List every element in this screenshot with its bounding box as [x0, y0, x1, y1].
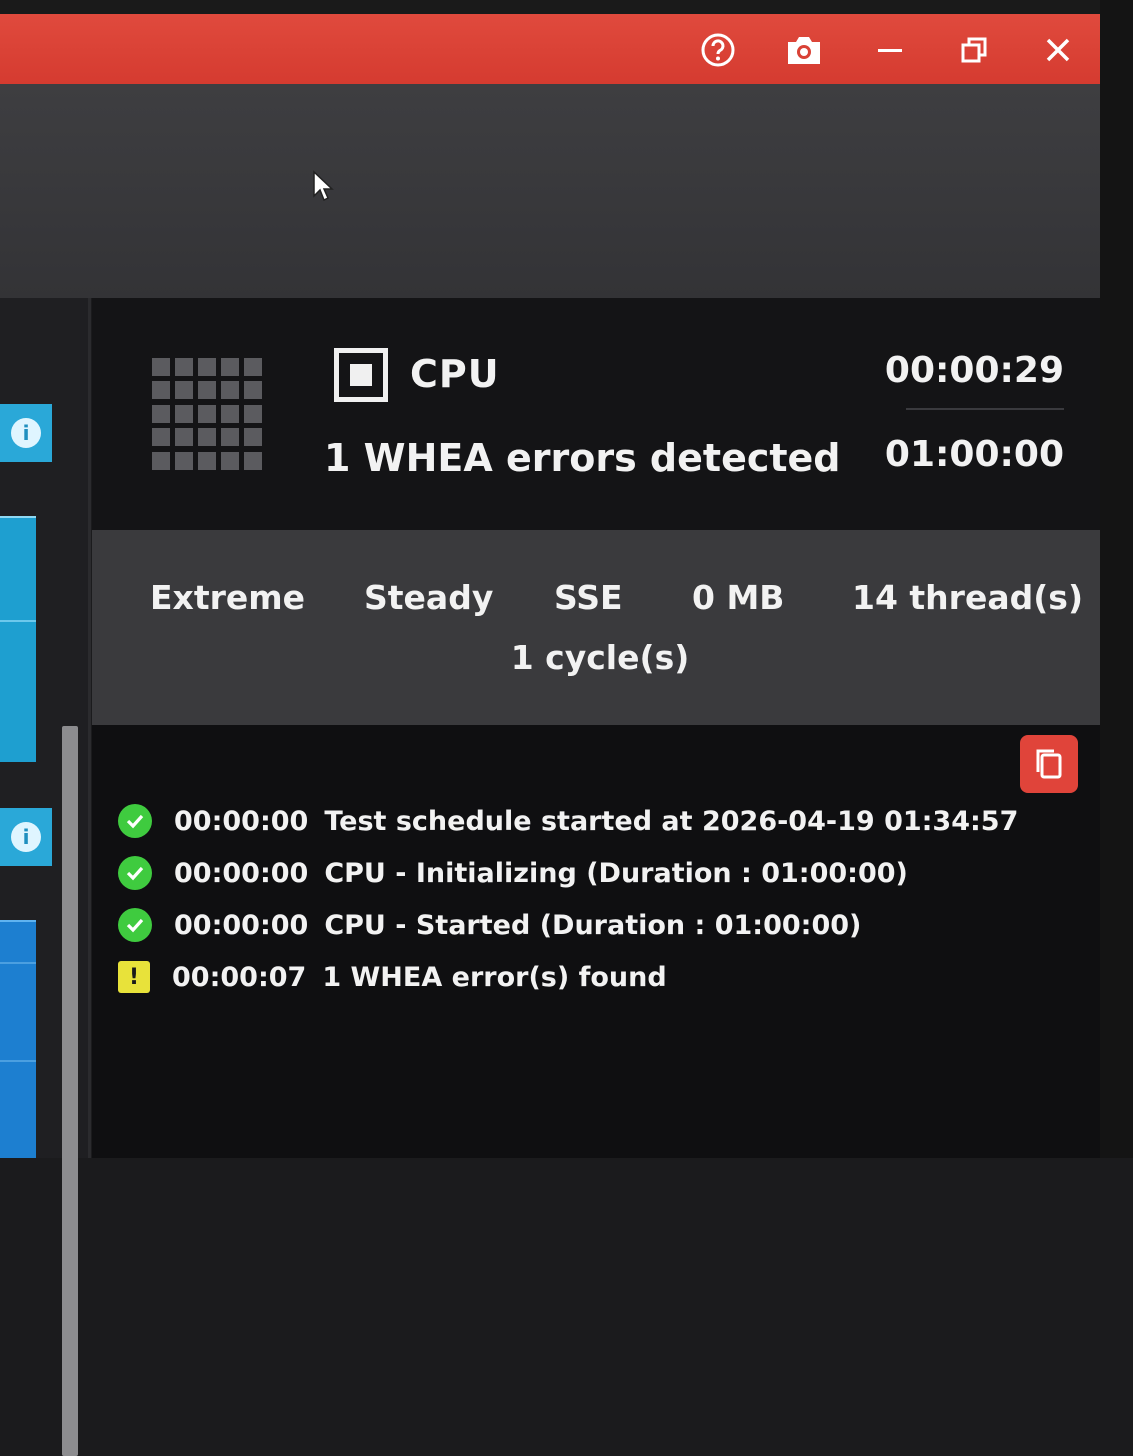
log-panel: 00:00:00 Test schedule started at 2026-0…	[92, 725, 1100, 1158]
log-message: 1 WHEA error(s) found	[322, 961, 667, 993]
left-sidebar: i i	[0, 298, 90, 1456]
log-entry: ! 00:00:07 1 WHEA error(s) found	[118, 957, 667, 997]
minimize-icon	[878, 49, 902, 52]
title-bar	[0, 14, 1100, 84]
info-icon: i	[11, 418, 41, 448]
warning-icon: !	[118, 961, 150, 993]
setting-threads: 14 thread(s)	[852, 578, 1084, 617]
info-button-2[interactable]: i	[0, 808, 52, 866]
mouse-cursor-icon	[313, 170, 334, 202]
log-time: 00:00:00	[174, 805, 309, 837]
test-settings-panel: Extreme Steady SSE 0 MB 14 thread(s) 1 c…	[92, 530, 1100, 725]
copy-log-button[interactable]	[1020, 735, 1078, 793]
camera-icon	[788, 37, 820, 64]
success-check-icon	[118, 856, 152, 890]
log-message: CPU - Initializing (Duration : 01:00:00)	[324, 857, 908, 889]
log-entry: 00:00:00 CPU - Initializing (Duration : …	[118, 853, 908, 893]
setting-profile: Steady	[364, 578, 494, 617]
setting-memory: 0 MB	[692, 578, 785, 617]
copy-icon	[1036, 749, 1062, 779]
time-separator	[906, 408, 1064, 410]
log-message: CPU - Started (Duration : 01:00:00)	[324, 909, 862, 941]
cpu-title: CPU	[410, 352, 500, 396]
cpu-status-panel: CPU 1 WHEA errors detected 00:00:29 01:0…	[92, 298, 1100, 530]
screenshot-button[interactable]	[784, 30, 824, 70]
sidebar-scrollbar[interactable]	[62, 726, 78, 1456]
elapsed-time: 00:00:29	[884, 350, 1064, 391]
log-entry: 00:00:00 Test schedule started at 2026-0…	[118, 801, 1018, 841]
usage-graph-2	[0, 920, 36, 1158]
log-message: Test schedule started at 2026-04-19 01:3…	[324, 805, 1019, 837]
success-check-icon	[118, 908, 152, 942]
restore-button[interactable]	[954, 30, 994, 70]
whea-error-message: 1 WHEA errors detected	[324, 436, 841, 480]
cpu-chip-icon	[334, 348, 388, 402]
setting-mode: Extreme	[150, 578, 306, 617]
graph-gridline	[0, 962, 36, 964]
header-area	[0, 84, 1100, 298]
graph-line	[0, 516, 36, 518]
minimize-button[interactable]	[870, 30, 910, 70]
panel-divider	[88, 298, 91, 1158]
info-button-1[interactable]: i	[0, 404, 52, 462]
log-time: 00:00:07	[172, 961, 307, 993]
help-button[interactable]	[698, 30, 738, 70]
monitor-bezel-right	[1100, 0, 1133, 1158]
log-time: 00:00:00	[174, 857, 309, 889]
restore-icon	[961, 37, 987, 63]
graph-gridline	[0, 1060, 36, 1062]
help-icon	[701, 33, 735, 67]
log-time: 00:00:00	[174, 909, 309, 941]
info-icon: i	[11, 822, 41, 852]
success-check-icon	[118, 804, 152, 838]
graph-line	[0, 920, 36, 922]
close-icon	[1046, 38, 1070, 62]
test-duration: 01:00:00	[884, 434, 1064, 475]
setting-instruction-set: SSE	[554, 578, 623, 617]
graph-gridline	[0, 620, 36, 622]
processor-grid-icon	[152, 358, 264, 470]
close-button[interactable]	[1038, 30, 1078, 70]
setting-cycles: 1 cycle(s)	[510, 638, 690, 677]
log-entry: 00:00:00 CPU - Started (Duration : 01:00…	[118, 905, 861, 945]
usage-graph-1	[0, 516, 36, 762]
